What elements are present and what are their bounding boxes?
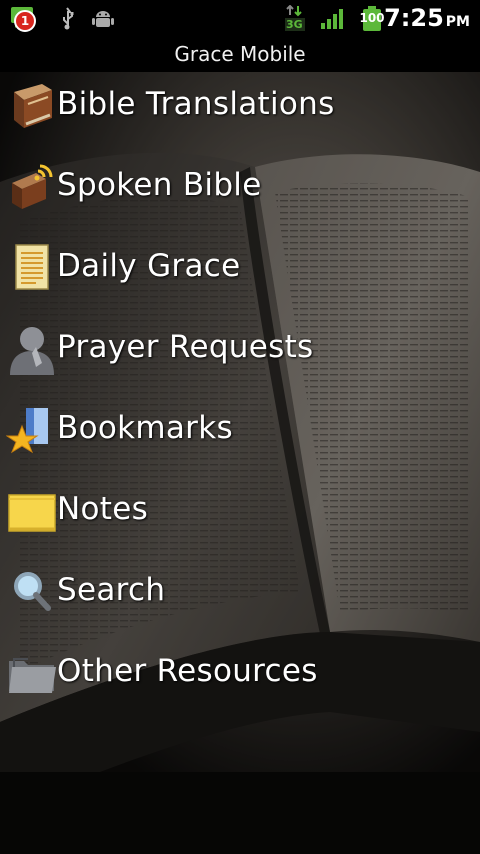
menu-item-label: Search bbox=[57, 572, 166, 608]
menu-item-label: Bible Translations bbox=[57, 86, 335, 122]
document-icon bbox=[15, 244, 49, 290]
menu-item-label: Spoken Bible bbox=[57, 167, 262, 203]
menu-item-prayer-requests[interactable]: Prayer Requests bbox=[0, 309, 480, 389]
clock-am-pm: PM bbox=[445, 14, 470, 30]
menu-item-spoken-bible[interactable]: Spoken Bible bbox=[0, 147, 480, 227]
signal-icon bbox=[321, 9, 343, 29]
audio-bible-icon bbox=[12, 164, 53, 209]
clock-time: 7:25 bbox=[384, 4, 444, 32]
menu-item-label: Prayer Requests bbox=[57, 329, 314, 365]
bookmark-star-icon bbox=[6, 408, 48, 454]
praying-person-icon bbox=[10, 327, 54, 375]
menu-item-label: Bookmarks bbox=[57, 410, 233, 446]
menu-item-bookmarks[interactable]: Bookmarks bbox=[0, 390, 480, 470]
battery-level-text: 100 bbox=[359, 11, 385, 25]
menu-item-other-resources[interactable]: Other Resources bbox=[0, 633, 480, 713]
magnifier-icon bbox=[14, 572, 51, 611]
status-clock: 7:25 PM bbox=[384, 4, 470, 32]
menu-item-label: Other Resources bbox=[57, 653, 318, 689]
sticky-note-icon bbox=[8, 494, 56, 532]
menu-item-notes[interactable]: Notes bbox=[0, 471, 480, 551]
bible-book-icon bbox=[14, 84, 52, 128]
folder-icon bbox=[9, 658, 56, 693]
menu-item-label: Daily Grace bbox=[57, 248, 241, 284]
android-debug-icon bbox=[92, 11, 114, 27]
status-bar: 1 3G 100 7:25 PM bbox=[0, 0, 480, 38]
menu-item-search[interactable]: Search bbox=[0, 552, 480, 632]
menu-item-bible-translations[interactable]: Bible Translations bbox=[0, 66, 480, 146]
menu-item-daily-grace[interactable]: Daily Grace bbox=[0, 228, 480, 308]
usb-icon bbox=[63, 7, 74, 30]
notification-badge: 1 bbox=[14, 10, 36, 32]
menu-item-label: Notes bbox=[57, 491, 149, 527]
network-type-label: 3G bbox=[286, 18, 303, 31]
